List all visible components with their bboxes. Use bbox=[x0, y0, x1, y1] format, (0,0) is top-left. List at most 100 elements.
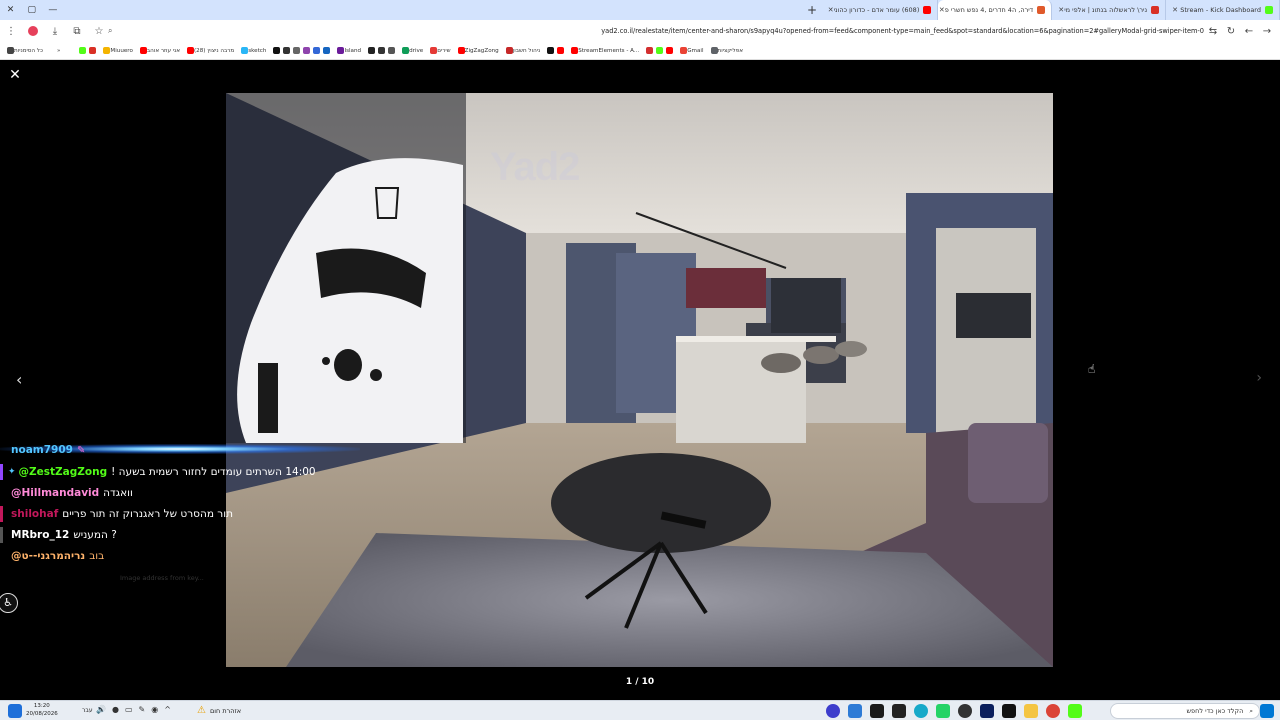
app-icon[interactable] bbox=[914, 704, 928, 718]
chat-bar bbox=[0, 464, 3, 480]
chat-message: shilohaf תור מהסרט של ראגנרוק זה תור פרי… bbox=[0, 504, 233, 524]
tab-close-icon[interactable]: ✕ bbox=[1172, 6, 1178, 14]
bookmark-more-icon[interactable]: » bbox=[57, 48, 60, 54]
next-image-arrow-icon[interactable]: › bbox=[1256, 370, 1262, 386]
network-icon[interactable]: ◉ bbox=[151, 705, 158, 714]
battery-icon[interactable]: ▭ bbox=[125, 705, 133, 714]
url-text: yad2.co.il/realestate/item/center-and-sh… bbox=[601, 27, 1204, 35]
chat-bar bbox=[0, 527, 3, 543]
tab-favicon-icon bbox=[1151, 6, 1160, 14]
search-icon: ⌕ bbox=[1249, 706, 1253, 715]
chrome-icon[interactable] bbox=[1046, 704, 1060, 718]
folder-icon bbox=[7, 47, 14, 54]
bookmark-item[interactable]: (28) מרבה ניצוץ bbox=[184, 47, 234, 54]
tab-2-active[interactable]: דירה, ה4 חדרים ,4 נפש חשרי פ ✕ bbox=[938, 0, 1053, 20]
maximize-window-icon[interactable]: ▢ bbox=[21, 0, 42, 20]
bookmark-item[interactable]: אפליקציות bbox=[708, 47, 743, 54]
whatsapp-icon[interactable] bbox=[936, 704, 950, 718]
chat-text: בוב bbox=[89, 550, 105, 562]
tab-favicon-icon bbox=[1264, 6, 1273, 14]
bookmark-item[interactable]: אני עוזר אוהב bbox=[137, 47, 180, 54]
browser-tab-strip: ✕ ▢ — + (608) עומר אדם - כדורון כהוני ✕ … bbox=[0, 0, 1280, 20]
close-window-icon[interactable]: ✕ bbox=[0, 0, 21, 20]
hand-cursor-icon: ☝ bbox=[1088, 362, 1096, 376]
extensions-icon[interactable]: ⧉ bbox=[66, 20, 88, 42]
volume-icon[interactable]: 🔊 bbox=[96, 705, 106, 714]
kick-icon[interactable] bbox=[1068, 704, 1082, 718]
bookmark-item[interactable]: כל הסימניות bbox=[4, 47, 43, 54]
file-explorer-icon[interactable] bbox=[1024, 704, 1038, 718]
bookmark-item[interactable]: Island bbox=[334, 47, 361, 54]
photoshop-icon[interactable] bbox=[980, 704, 994, 718]
tab-0[interactable]: Stream - Kick Dashboard ✕ bbox=[1166, 0, 1280, 20]
bookmark-item[interactable]: StreamElements - A... bbox=[568, 47, 639, 54]
bookmark-item[interactable] bbox=[76, 47, 97, 54]
bookmark-star-icon[interactable]: ☆ bbox=[88, 20, 110, 42]
bookmark-item[interactable] bbox=[544, 47, 565, 54]
app-icon[interactable] bbox=[826, 704, 840, 718]
listing-photo: Yad2 bbox=[226, 93, 1053, 667]
minimize-window-icon[interactable]: — bbox=[42, 0, 63, 20]
yad2-watermark: Yad2 bbox=[490, 145, 580, 189]
mic-icon[interactable]: ● bbox=[112, 705, 119, 714]
bookmark-item[interactable] bbox=[365, 47, 396, 54]
bookmark-item[interactable]: sketch bbox=[238, 47, 266, 54]
bookmark-item[interactable]: drive bbox=[399, 47, 423, 54]
chat-text: 14:00 השרתים עומדים לחזור רשמית בשעה ! bbox=[111, 466, 316, 478]
start-windows-icon[interactable] bbox=[1260, 704, 1274, 718]
url-field[interactable]: ⌕ yad2.co.il/realestate/item/center-and-… bbox=[108, 22, 1216, 40]
bookmark-item[interactable] bbox=[270, 47, 331, 54]
profile-avatar-icon[interactable] bbox=[22, 20, 44, 42]
tab-title: ניר\ לראשלוה בנתונ | אלפי מי bbox=[1064, 6, 1148, 14]
bookmark-item[interactable] bbox=[643, 47, 674, 54]
previous-image-arrow-icon[interactable]: ‹ bbox=[16, 370, 22, 389]
taskbar-search-field[interactable]: ⌕ הקלד כאן כדי לחפש bbox=[1110, 703, 1260, 719]
tab-title: דירה, ה4 חדרים ,4 נפש חשרי פ bbox=[944, 6, 1034, 14]
app-icon[interactable] bbox=[892, 704, 906, 718]
chat-user: @נריהמרגני--ט bbox=[11, 550, 86, 562]
gallery-modal: ✕ ‹ › Yad2 1 / 10 ☝ noam7909 ✎ ✦ @ZestZa… bbox=[0, 60, 1280, 700]
app-icon[interactable] bbox=[1002, 704, 1016, 718]
clock-time: 13:20 bbox=[33, 703, 50, 709]
bookmark-item[interactable]: Gmail bbox=[677, 47, 704, 54]
language-indicator[interactable]: עבר bbox=[82, 707, 93, 714]
new-tab-icon[interactable]: + bbox=[801, 3, 822, 17]
tray-chevron-icon[interactable]: ^ bbox=[164, 705, 171, 714]
chat-user: @Hillmandavid bbox=[11, 487, 100, 499]
tab-close-icon[interactable]: ✕ bbox=[1058, 6, 1064, 14]
chat-message: ✦ @ZestZagZong 14:00 השרתים עומדים לחזור… bbox=[0, 462, 316, 482]
bookmark-item[interactable]: שירים bbox=[427, 47, 451, 54]
close-gallery-button[interactable]: ✕ bbox=[8, 68, 22, 82]
terminal-icon[interactable] bbox=[870, 704, 884, 718]
weather-widget[interactable]: ⚠ אזהרת חום bbox=[197, 705, 241, 716]
chat-user: @ZestZagZong bbox=[18, 466, 108, 478]
accessibility-icon[interactable]: ♿ bbox=[0, 593, 18, 613]
chat-message: @נריהמרגני--ט בוב bbox=[0, 546, 104, 566]
app-icon[interactable] bbox=[848, 704, 862, 718]
pen-icon[interactable]: ✎ bbox=[139, 705, 146, 714]
bookmark-item[interactable]: ניהול חשבון bbox=[503, 47, 540, 54]
clock[interactable]: 13:20 20/08/2026 bbox=[26, 702, 58, 718]
pinned-apps bbox=[822, 704, 1086, 718]
chat-text: וואגדה bbox=[103, 487, 133, 499]
zoom-icon: ⌕ bbox=[108, 26, 113, 35]
image-counter: 1 / 10 bbox=[625, 677, 655, 687]
back-icon[interactable]: → bbox=[1256, 20, 1278, 42]
chatgpt-icon[interactable] bbox=[958, 704, 972, 718]
search-placeholder: הקלד כאן כדי לחפש bbox=[1186, 707, 1244, 715]
chat-text: ? המעניש bbox=[73, 529, 117, 541]
tab-close-icon[interactable]: ✕ bbox=[828, 6, 834, 14]
pin-icon: ✦ bbox=[8, 467, 16, 477]
menu-dots-icon[interactable]: ⋮ bbox=[0, 20, 22, 42]
tab-3[interactable]: (608) עומר אדם - כדורון כהוני ✕ bbox=[823, 0, 939, 20]
apartment-interior-image bbox=[226, 93, 1053, 667]
downloads-icon[interactable]: ⤓ bbox=[44, 20, 66, 42]
weather-text: אזהרת חום bbox=[209, 706, 242, 715]
notification-icon[interactable] bbox=[8, 703, 22, 718]
clock-date: 20/08/2026 bbox=[26, 711, 58, 717]
chat-user: shilohaf bbox=[11, 508, 59, 520]
bookmark-item[interactable]: Miuuero bbox=[100, 47, 133, 54]
tab-1[interactable]: ניר\ לראשלוה בנתונ | אלפי מי ✕ bbox=[1052, 0, 1167, 20]
tab-close-icon[interactable]: ✕ bbox=[939, 6, 945, 14]
bookmark-item[interactable]: ZigZagZong bbox=[455, 47, 499, 54]
